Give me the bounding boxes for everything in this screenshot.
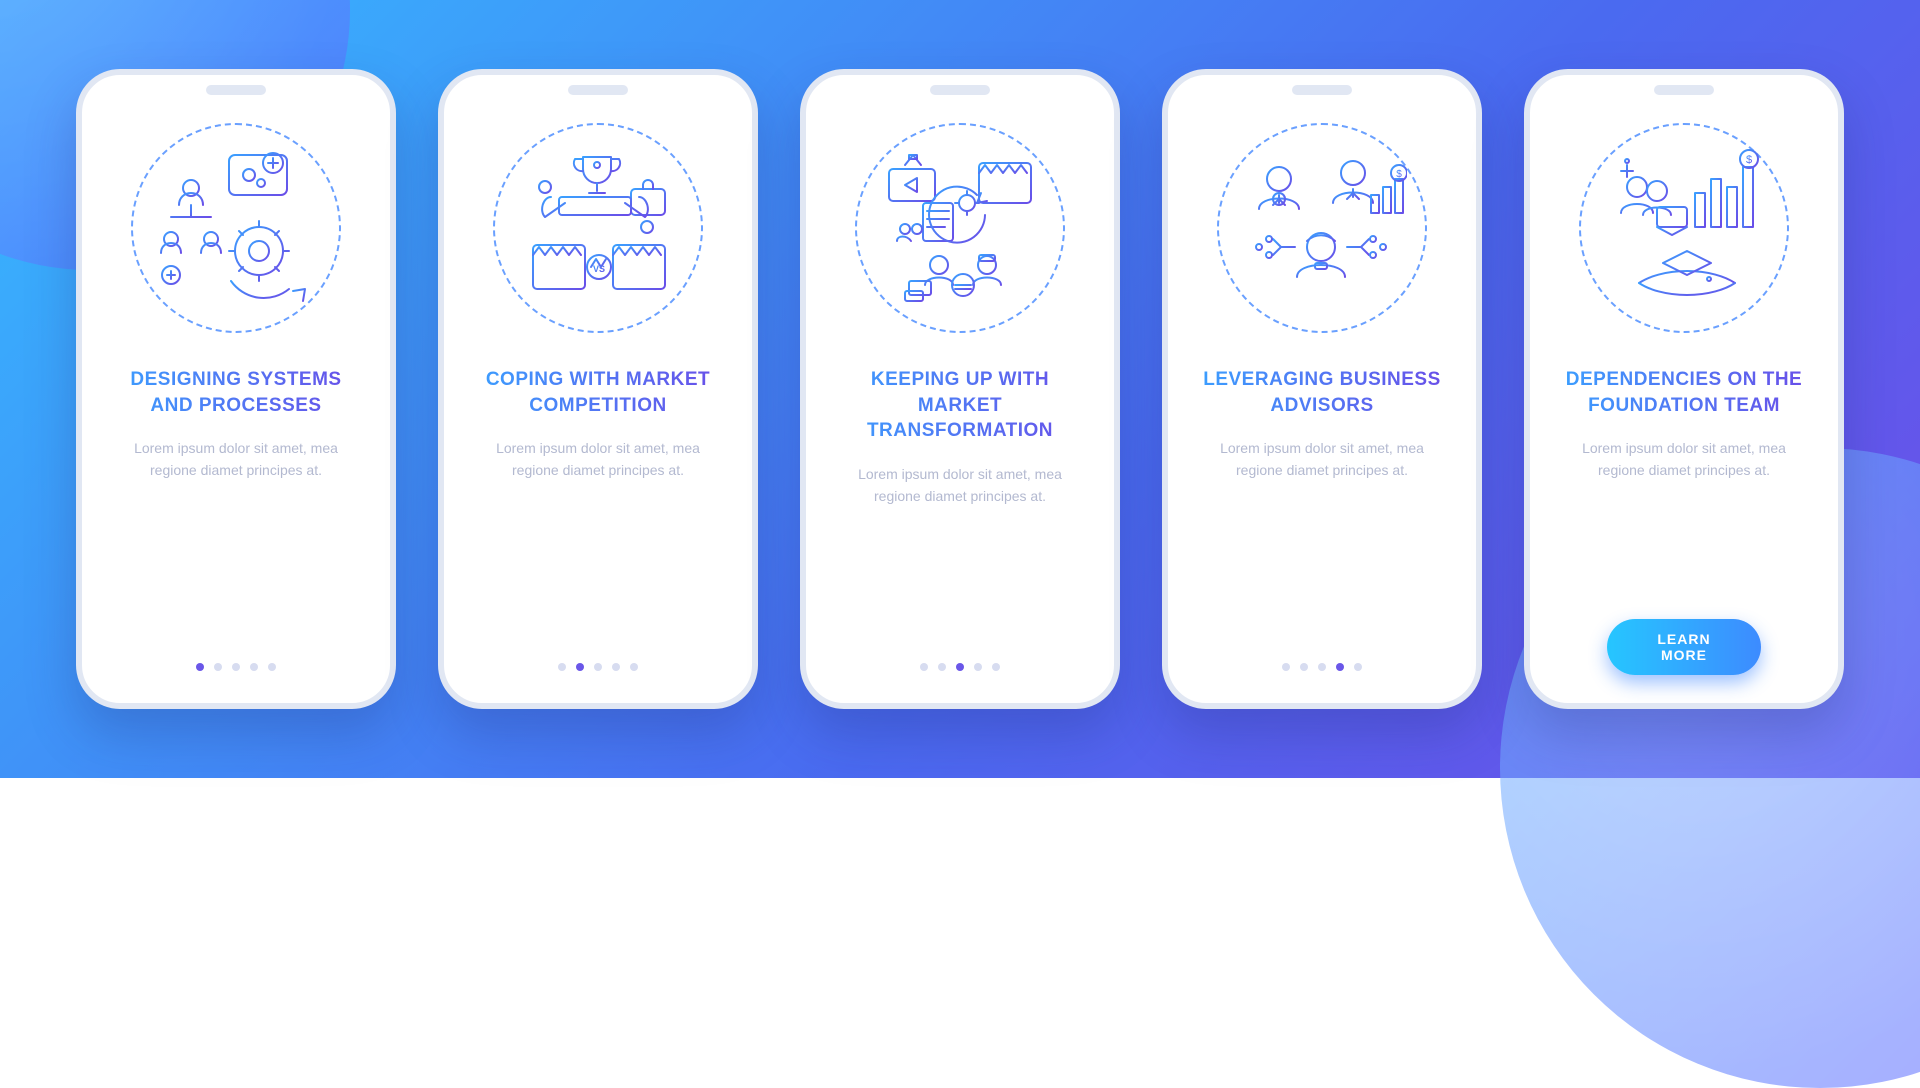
dot[interactable] [214,663,222,671]
screen-title: DESIGNING SYSTEMS AND PROCESSES [108,367,364,418]
phones-row: DESIGNING SYSTEMS AND PROCESSES Lorem ip… [76,69,1844,709]
screen-body: Lorem ipsum dolor sit amet, mea regione … [108,438,364,481]
phone-screen-1: DESIGNING SYSTEMS AND PROCESSES Lorem ip… [76,69,396,709]
advisors-icon: i $ [1217,123,1427,333]
dot[interactable] [920,663,928,671]
transformation-icon [855,123,1065,333]
dot[interactable] [268,663,276,671]
dot[interactable] [1336,663,1344,671]
learn-more-button[interactable]: LEARN MORE [1607,619,1761,675]
svg-text:VS: VS [593,264,605,274]
screen-title: COPING WITH MARKET COMPETITION [470,367,726,418]
page-dots [1282,663,1362,671]
competition-icon: VS [493,123,703,333]
onboarding-stage: DESIGNING SYSTEMS AND PROCESSES Lorem ip… [0,0,1920,778]
dot[interactable] [1300,663,1308,671]
svg-text:$: $ [1746,154,1752,166]
dot[interactable] [576,663,584,671]
phone-screen-2: VS COPING WITH MARKET COMPETITION Lorem … [438,69,758,709]
dot[interactable] [1318,663,1326,671]
dot[interactable] [612,663,620,671]
screen-title: LEVERAGING BUSINESS ADVISORS [1194,367,1450,418]
dot[interactable] [938,663,946,671]
screen-body: Lorem ipsum dolor sit amet, mea regione … [1556,438,1812,481]
dot[interactable] [992,663,1000,671]
phone-screen-4: i $ LEVERAGING BUSINESS ADVISORS Lorem i… [1162,69,1482,709]
phone-screen-3: KEEPING UP WITH MARKET TRANSFORMATION Lo… [800,69,1120,709]
dot[interactable] [196,663,204,671]
phone-screen-5: $ DEPENDENCIES ON THE FOUNDATION TEAM Lo… [1524,69,1844,709]
svg-text:$: $ [1396,169,1402,180]
foundation-icon: $ [1579,123,1789,333]
dot[interactable] [558,663,566,671]
dot[interactable] [1282,663,1290,671]
dot[interactable] [956,663,964,671]
dot[interactable] [232,663,240,671]
page-dots [920,663,1000,671]
dot[interactable] [250,663,258,671]
screen-title: DEPENDENCIES ON THE FOUNDATION TEAM [1556,367,1812,418]
dot[interactable] [1354,663,1362,671]
svg-text:i: i [1278,195,1281,205]
dot[interactable] [974,663,982,671]
dot[interactable] [630,663,638,671]
systems-icon [131,123,341,333]
page-dots [558,663,638,671]
screen-body: Lorem ipsum dolor sit amet, mea regione … [1194,438,1450,481]
screen-title: KEEPING UP WITH MARKET TRANSFORMATION [832,367,1088,444]
dot[interactable] [594,663,602,671]
screen-body: Lorem ipsum dolor sit amet, mea regione … [470,438,726,481]
screen-body: Lorem ipsum dolor sit amet, mea regione … [832,464,1088,507]
page-dots [196,663,276,671]
